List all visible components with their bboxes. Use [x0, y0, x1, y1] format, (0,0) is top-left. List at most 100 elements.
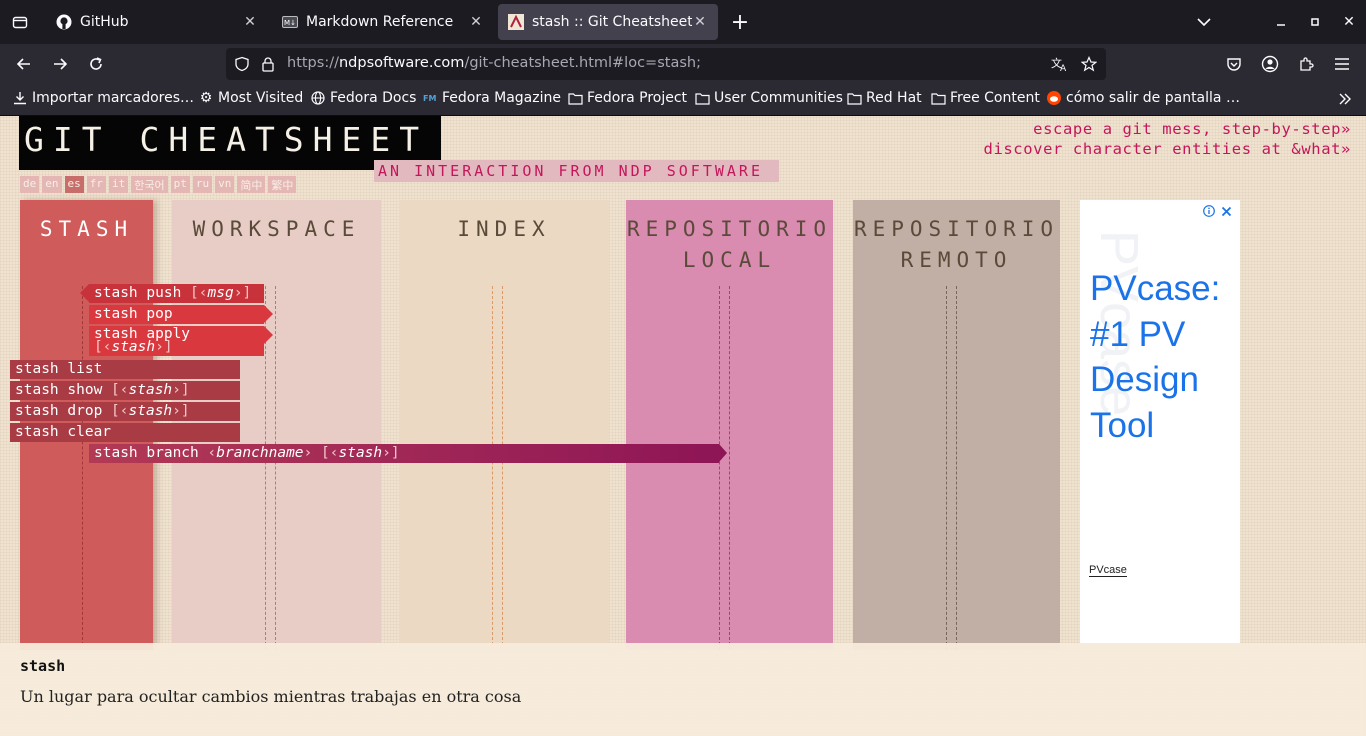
tab-overview-icon[interactable]	[8, 10, 32, 34]
bookmark-most-visited[interactable]: ⚙ Most Visited	[198, 90, 304, 106]
github-icon	[56, 14, 72, 30]
bookmark-reddit[interactable]: cómo salir de pantalla …	[1046, 90, 1240, 106]
lang-it[interactable]: it	[109, 176, 129, 193]
bookmarks-toolbar: Importar marcadores… ⚙ Most Visited Fedo…	[0, 84, 1366, 116]
cmd-stash-clear[interactable]: stash clear	[10, 423, 240, 442]
column-remote-repository[interactable]: REPOSITORIO REMOTO	[853, 200, 1060, 650]
bookmark-label: cómo salir de pantalla …	[1066, 90, 1240, 106]
lang-de[interactable]: de	[20, 176, 40, 193]
folder-icon	[930, 90, 946, 106]
lock-icon[interactable]	[258, 54, 278, 74]
advertisement[interactable]: PVcase PVcase: #1 PV Design Tool PVcase	[1080, 200, 1240, 643]
tracking-protection-shield-icon[interactable]	[232, 54, 252, 74]
bookmark-label: Importar marcadores…	[32, 90, 194, 106]
column-guide	[82, 286, 83, 650]
cmd-stash-list[interactable]: stash list	[10, 360, 240, 379]
reddit-icon	[1046, 90, 1062, 106]
close-tab-icon[interactable]: ✕	[468, 14, 484, 30]
ad-close-icon[interactable]	[1221, 202, 1232, 221]
cmd-stash-branch[interactable]: stash branch ‹branchname› [‹stash›]	[89, 444, 727, 463]
lang-ko[interactable]: 한국어	[131, 176, 168, 193]
arrow-right-icon	[719, 444, 727, 462]
bookmark-label: Fedora Docs	[330, 90, 417, 106]
tab-title: Markdown Reference	[306, 14, 454, 30]
bookmark-label: User Communities	[714, 90, 843, 106]
cmd-stash-drop[interactable]: stash drop [‹stash›]	[10, 402, 240, 421]
folder-icon	[846, 90, 862, 106]
extensions-icon[interactable]	[1294, 52, 1318, 76]
info-description: Un lugar para ocultar cambios mientras t…	[20, 687, 522, 706]
character-entities-link[interactable]: discover character entities at &what»	[984, 139, 1351, 159]
ad-info-icon[interactable]	[1203, 202, 1215, 221]
markdown-icon: M↓	[282, 14, 298, 30]
back-icon[interactable]	[12, 52, 36, 76]
fm-icon: FM	[422, 90, 438, 106]
column-guide	[492, 286, 493, 650]
address-bar[interactable]: https://ndpsoftware.com/git-cheatsheet.h…	[226, 48, 1106, 80]
forward-icon[interactable]	[48, 52, 72, 76]
column-index[interactable]: INDEX	[399, 200, 609, 650]
lang-ru[interactable]: ru	[192, 176, 213, 193]
bookmark-label: Fedora Magazine	[442, 90, 561, 106]
ad-headline[interactable]: PVcase: #1 PV Design Tool	[1090, 266, 1230, 448]
column-guide	[719, 286, 720, 650]
tab-title: stash :: Git Cheatsheet :: N	[532, 14, 692, 30]
close-window-icon[interactable]: ✕	[1337, 10, 1361, 34]
gear-icon: ⚙	[199, 90, 213, 106]
import-icon	[12, 90, 28, 106]
lang-en[interactable]: en	[42, 176, 62, 193]
ndp-icon	[508, 14, 524, 30]
lang-zh-hans[interactable]: 简中	[237, 176, 266, 193]
bookmark-star-icon[interactable]	[1079, 54, 1099, 74]
column-heading: STASH	[39, 217, 134, 241]
lang-es[interactable]: es	[64, 176, 84, 193]
list-all-tabs-icon[interactable]	[1192, 10, 1216, 34]
cmd-stash-show[interactable]: stash show [‹stash›]	[10, 381, 240, 400]
cmd-stash-apply[interactable]: stash apply [‹stash›]	[89, 326, 273, 356]
navigation-toolbar: https://ndpsoftware.com/git-cheatsheet.h…	[0, 44, 1366, 84]
bookmark-fedora-magazine[interactable]: FM Fedora Magazine	[422, 90, 561, 106]
bookmark-import[interactable]: Importar marcadores…	[12, 90, 194, 106]
column-heading: REPOSITORIO LOCAL	[626, 217, 833, 272]
minimize-window-icon[interactable]	[1269, 10, 1293, 34]
column-guide	[946, 286, 947, 650]
ad-brand-link[interactable]: PVcase	[1089, 564, 1127, 577]
cmd-stash-pop[interactable]: stash pop	[89, 305, 273, 324]
language-selector: de en es fr it 한국어 pt ru vn 简中 繁中	[20, 176, 297, 193]
bookmark-free-content[interactable]: Free Content	[930, 90, 1040, 106]
tab-markdown-reference[interactable]: M↓ Markdown Reference ✕	[272, 4, 494, 40]
info-panel: stash Un lugar para ocultar cambios mien…	[0, 643, 1366, 736]
lang-zh-hant[interactable]: 繁中	[268, 176, 297, 193]
folder-icon	[694, 90, 710, 106]
reload-icon[interactable]	[84, 52, 108, 76]
site-subtitle[interactable]: AN INTERACTION FROM NDP SOFTWARE	[374, 160, 779, 182]
account-icon[interactable]	[1258, 52, 1282, 76]
folder-icon	[567, 90, 583, 106]
bookmark-red-hat[interactable]: Red Hat	[846, 90, 922, 106]
lang-pt[interactable]: pt	[170, 176, 190, 193]
escape-git-mess-link[interactable]: escape a git mess, step-by-step»	[984, 119, 1351, 139]
close-tab-icon[interactable]: ✕	[242, 14, 258, 30]
new-tab-button[interactable]: +	[728, 10, 752, 35]
column-guide	[729, 286, 730, 650]
cmd-stash-push[interactable]: stash push [‹msg›]	[80, 284, 264, 303]
svg-text:M↓: M↓	[284, 19, 296, 27]
lang-vn[interactable]: vn	[215, 176, 235, 193]
page-content: GIT CHEATSHEET AN INTERACTION FROM NDP S…	[0, 116, 1366, 736]
menu-hamburger-icon[interactable]	[1330, 52, 1354, 76]
tab-git-cheatsheet[interactable]: stash :: Git Cheatsheet :: N ✕	[498, 4, 718, 40]
bookmark-fedora-docs[interactable]: Fedora Docs	[310, 90, 416, 106]
close-tab-icon[interactable]: ✕	[692, 14, 708, 30]
column-local-repository[interactable]: REPOSITORIO LOCAL	[626, 200, 833, 650]
svg-text:A: A	[1060, 64, 1067, 72]
tab-bar: GitHub ✕ M↓ Markdown Reference ✕ stash :…	[0, 0, 1366, 44]
bookmark-fedora-project[interactable]: Fedora Project	[567, 90, 687, 106]
bookmarks-overflow-icon[interactable]	[1338, 92, 1352, 106]
translate-icon[interactable]: 文A	[1050, 54, 1070, 74]
column-guide	[502, 286, 503, 650]
maximize-window-icon[interactable]	[1303, 10, 1327, 34]
lang-fr[interactable]: fr	[86, 176, 106, 193]
bookmark-user-communities[interactable]: User Communities	[694, 90, 843, 106]
tab-github[interactable]: GitHub ✕	[46, 4, 268, 40]
pocket-icon[interactable]	[1222, 52, 1246, 76]
